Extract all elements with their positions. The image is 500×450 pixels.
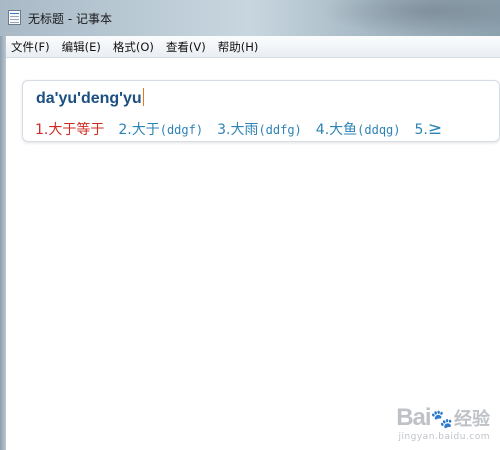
candidate-text: 大雨 bbox=[230, 122, 259, 138]
candidate-text: 大鱼 bbox=[329, 122, 358, 138]
notepad-window: 无标题 - 记事本 文件(F) 编辑(E) 格式(O) 查看(V) 帮助(H) … bbox=[0, 0, 500, 450]
menu-edit[interactable]: 编辑(E) bbox=[57, 39, 106, 55]
ime-candidate-3[interactable]: 3.大雨(ddfg) bbox=[217, 119, 302, 139]
menu-help[interactable]: 帮助(H) bbox=[213, 39, 264, 55]
ime-composition: da'yu'deng'yu bbox=[36, 88, 144, 108]
menu-view[interactable]: 查看(V) bbox=[161, 39, 211, 55]
candidate-index: 2. bbox=[118, 122, 132, 138]
candidate-code: (ddgf) bbox=[159, 123, 204, 137]
ime-candidate-2[interactable]: 2.大于(ddgf) bbox=[118, 119, 203, 139]
watermark-logo-cn: 经验 bbox=[454, 409, 490, 430]
ime-candidate-4[interactable]: 4.大鱼(ddqg) bbox=[316, 119, 401, 139]
next-page-index: 5. bbox=[414, 122, 428, 138]
baidu-jingyan-watermark: Bai🐾 经验 jingyan.baidu.com bbox=[396, 404, 490, 443]
ime-candidate-1[interactable]: 1.大于等于 bbox=[35, 119, 104, 139]
ime-candidate-list: 1.大于等于 2.大于(ddgf) 3.大雨(ddfg) 4.大鱼(ddqg) … bbox=[35, 119, 442, 139]
menu-file[interactable]: 文件(F) bbox=[6, 39, 55, 55]
ime-next-page[interactable]: 5.≥ bbox=[415, 119, 443, 139]
notepad-icon[interactable] bbox=[8, 10, 21, 25]
window-title: 无标题 - 记事本 bbox=[28, 12, 112, 26]
next-page-arrow-icon[interactable]: ≥ bbox=[428, 119, 442, 139]
candidate-text: 大于等于 bbox=[48, 122, 105, 138]
title-bar[interactable]: 无标题 - 记事本 bbox=[0, 0, 500, 36]
ime-candidate-window: da'yu'deng'yu 1.大于等于 2.大于(ddgf) 3.大雨(ddf… bbox=[22, 80, 500, 142]
candidate-index: 3. bbox=[217, 122, 231, 138]
paw-icon: 🐾 bbox=[430, 409, 453, 429]
menu-bar: 文件(F) 编辑(E) 格式(O) 查看(V) 帮助(H) bbox=[6, 36, 500, 58]
candidate-code: (ddfg) bbox=[258, 123, 302, 137]
candidate-index: 4. bbox=[315, 122, 330, 138]
watermark-logo: Bai🐾 bbox=[396, 404, 453, 431]
candidate-code: (ddqg) bbox=[357, 123, 401, 137]
menu-format[interactable]: 格式(O) bbox=[108, 39, 159, 55]
ime-caret bbox=[142, 88, 144, 106]
watermark-logo-text: Bai bbox=[396, 404, 431, 431]
ime-composition-text: da'yu'deng'yu bbox=[36, 90, 142, 107]
candidate-index: 1. bbox=[35, 122, 49, 138]
watermark-url: jingyan.baidu.com bbox=[398, 432, 490, 442]
candidate-text: 大于 bbox=[131, 122, 160, 138]
